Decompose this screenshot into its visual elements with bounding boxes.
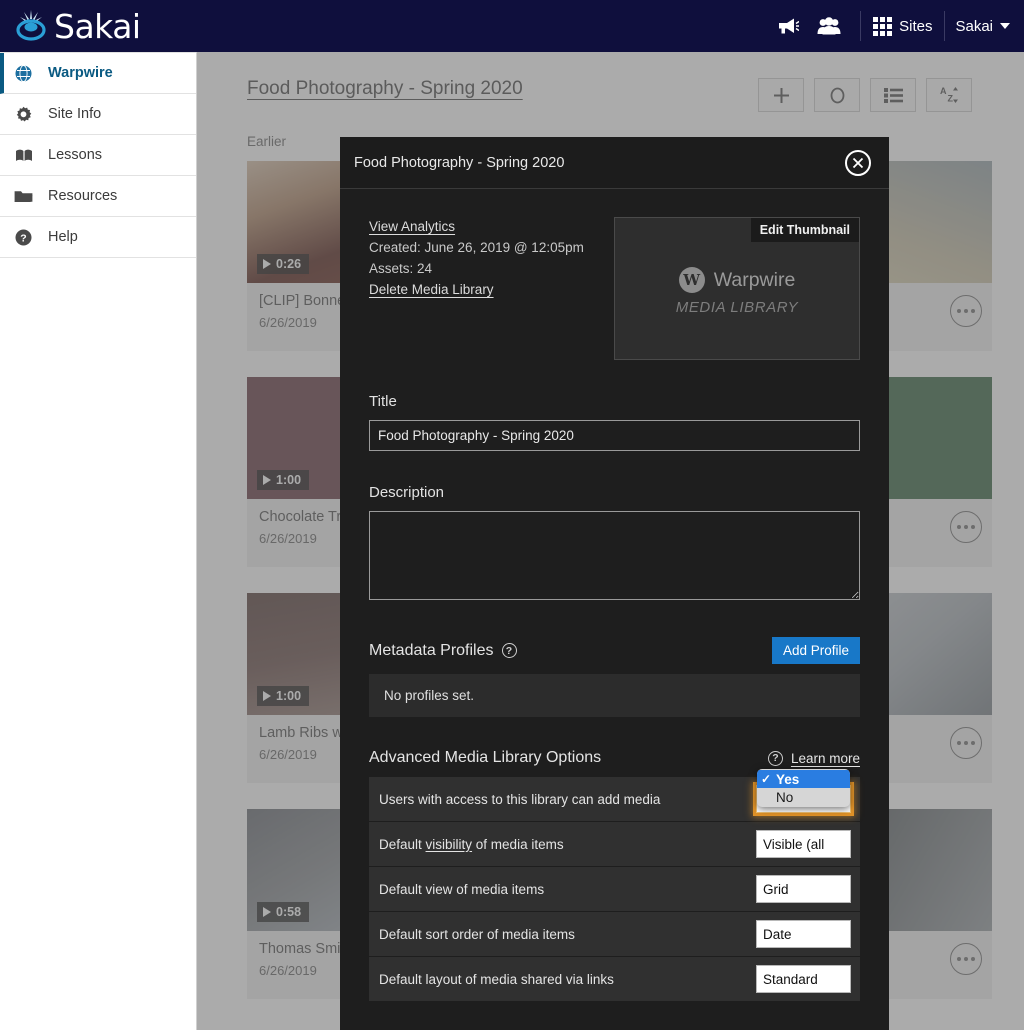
sidebar-item-warpwire[interactable]: Warpwire: [0, 53, 196, 94]
option-label: Default visibility of media items: [379, 837, 564, 852]
option-row-link-layout: Default layout of media shared via links…: [369, 957, 860, 1002]
modal-title: Food Photography - Spring 2020: [354, 154, 565, 171]
assets-count: Assets: 24: [369, 261, 433, 276]
option-label-link[interactable]: visibility: [426, 837, 473, 852]
add-profile-button[interactable]: Add Profile: [771, 637, 860, 664]
topbar-divider-1: [860, 11, 862, 41]
sidebar-item-resources[interactable]: Resources: [0, 176, 196, 217]
globe-icon: [13, 64, 34, 82]
modal-header: Food Photography - Spring 2020: [340, 137, 889, 189]
sidebar-item-label: Help: [48, 229, 78, 245]
view-analytics-link[interactable]: View Analytics: [369, 219, 614, 234]
megaphone-icon[interactable]: [768, 0, 808, 52]
svg-text:?: ?: [20, 232, 26, 244]
question-circle-icon: ?: [13, 229, 34, 246]
sakai-logo-text: Sakai: [54, 6, 141, 46]
visibility-select[interactable]: Visible (all: [756, 830, 851, 858]
title-input[interactable]: [369, 420, 860, 451]
add-media-dropdown-menu: ✓ Yes No: [757, 769, 850, 807]
dropdown-option-label: No: [776, 789, 794, 805]
delete-media-library-link[interactable]: Delete Media Library: [369, 282, 614, 297]
default-view-select[interactable]: Grid: [756, 875, 851, 903]
option-label: Default sort order of media items: [379, 926, 575, 942]
sidebar-item-label: Site Info: [48, 106, 102, 122]
option-label: Users with access to this library can ad…: [379, 791, 661, 807]
metadata-profiles-heading: Metadata Profiles: [369, 641, 494, 659]
topbar-divider-2: [944, 11, 946, 41]
title-field-label: Title: [369, 393, 397, 410]
option-label: Default layout of media shared via links: [379, 971, 614, 987]
close-icon[interactable]: [845, 149, 871, 176]
metadata-profiles-empty: No profiles set.: [369, 674, 860, 717]
book-icon: [13, 148, 34, 163]
warpwire-mark-icon: W: [678, 267, 705, 293]
advanced-options-header: Advanced Media Library Options ? Learn m…: [369, 749, 860, 767]
sidebar-item-help[interactable]: ? Help: [0, 217, 196, 258]
question-circle-icon[interactable]: ?: [767, 750, 783, 766]
sort-order-select[interactable]: Date: [756, 920, 851, 948]
option-label-pre: Default: [379, 836, 426, 852]
library-info-row: View Analytics Created: June 26, 2019 @ …: [369, 217, 860, 360]
library-thumbnail: Edit Thumbnail W Warpwire MEDIA LIBRARY: [614, 217, 860, 360]
library-info: View Analytics Created: June 26, 2019 @ …: [369, 217, 614, 360]
sidebar-navigation: Warpwire Site Info Lessons Resources ? H…: [0, 52, 197, 1030]
dropdown-option-label: Yes: [776, 771, 800, 787]
dropdown-option-no[interactable]: No: [757, 788, 850, 806]
sidebar-item-label: Warpwire: [48, 65, 113, 81]
link-layout-select[interactable]: Standard: [756, 965, 851, 993]
advanced-options-rows: Users with access to this library can ad…: [369, 769, 860, 1002]
check-icon: ✓: [761, 772, 772, 786]
grid-icon: [873, 16, 893, 36]
learn-more-link[interactable]: Learn more: [791, 751, 860, 766]
sakai-logo-icon: [10, 6, 52, 46]
option-row-sort-order: Default sort order of media items Date: [369, 912, 860, 957]
folder-icon: [13, 189, 34, 204]
people-icon[interactable]: [808, 0, 850, 52]
user-menu-label: Sakai: [955, 17, 993, 35]
media-library-settings-modal: Food Photography - Spring 2020 View Anal…: [340, 137, 889, 1030]
sidebar-item-label: Resources: [48, 188, 118, 204]
thumbnail-subtitle: MEDIA LIBRARY: [675, 299, 799, 316]
description-textarea[interactable]: [369, 511, 860, 600]
metadata-profiles-header: Metadata Profiles ? Add Profile: [369, 637, 860, 664]
top-navigation-bar: Sakai Sites Sakai: [0, 0, 1024, 52]
option-row-default-view: Default view of media items Grid: [369, 867, 860, 912]
modal-body: View Analytics Created: June 26, 2019 @ …: [340, 189, 889, 1002]
topbar-actions: Sites Sakai: [768, 0, 1024, 52]
sidebar-item-lessons[interactable]: Lessons: [0, 135, 196, 176]
question-circle-icon[interactable]: ?: [501, 643, 517, 658]
gear-icon: [13, 106, 34, 123]
sidebar-item-site-info[interactable]: Site Info: [0, 94, 196, 135]
created-date: Created: June 26, 2019 @ 12:05pm: [369, 240, 584, 255]
option-label: Default view of media items: [379, 881, 545, 897]
edit-thumbnail-button[interactable]: Edit Thumbnail: [750, 218, 859, 242]
chevron-down-icon: [1000, 23, 1010, 29]
option-row-visibility: Default visibility of media items Visibl…: [369, 822, 860, 867]
sidebar-item-label: Lessons: [48, 147, 103, 163]
sites-label: Sites: [899, 17, 933, 35]
sakai-logo[interactable]: Sakai: [0, 6, 141, 46]
user-menu-button[interactable]: Sakai: [955, 18, 1010, 35]
option-label-post: of media items: [472, 836, 564, 852]
sites-menu-button[interactable]: Sites: [871, 16, 934, 36]
advanced-options-heading: Advanced Media Library Options: [369, 749, 602, 766]
learn-more-group: ? Learn more: [767, 750, 860, 766]
warpwire-brand: Warpwire: [713, 268, 796, 291]
dropdown-option-yes[interactable]: ✓ Yes: [757, 770, 850, 788]
warpwire-logo: W Warpwire: [678, 267, 796, 293]
description-field-label: Description: [369, 484, 445, 501]
